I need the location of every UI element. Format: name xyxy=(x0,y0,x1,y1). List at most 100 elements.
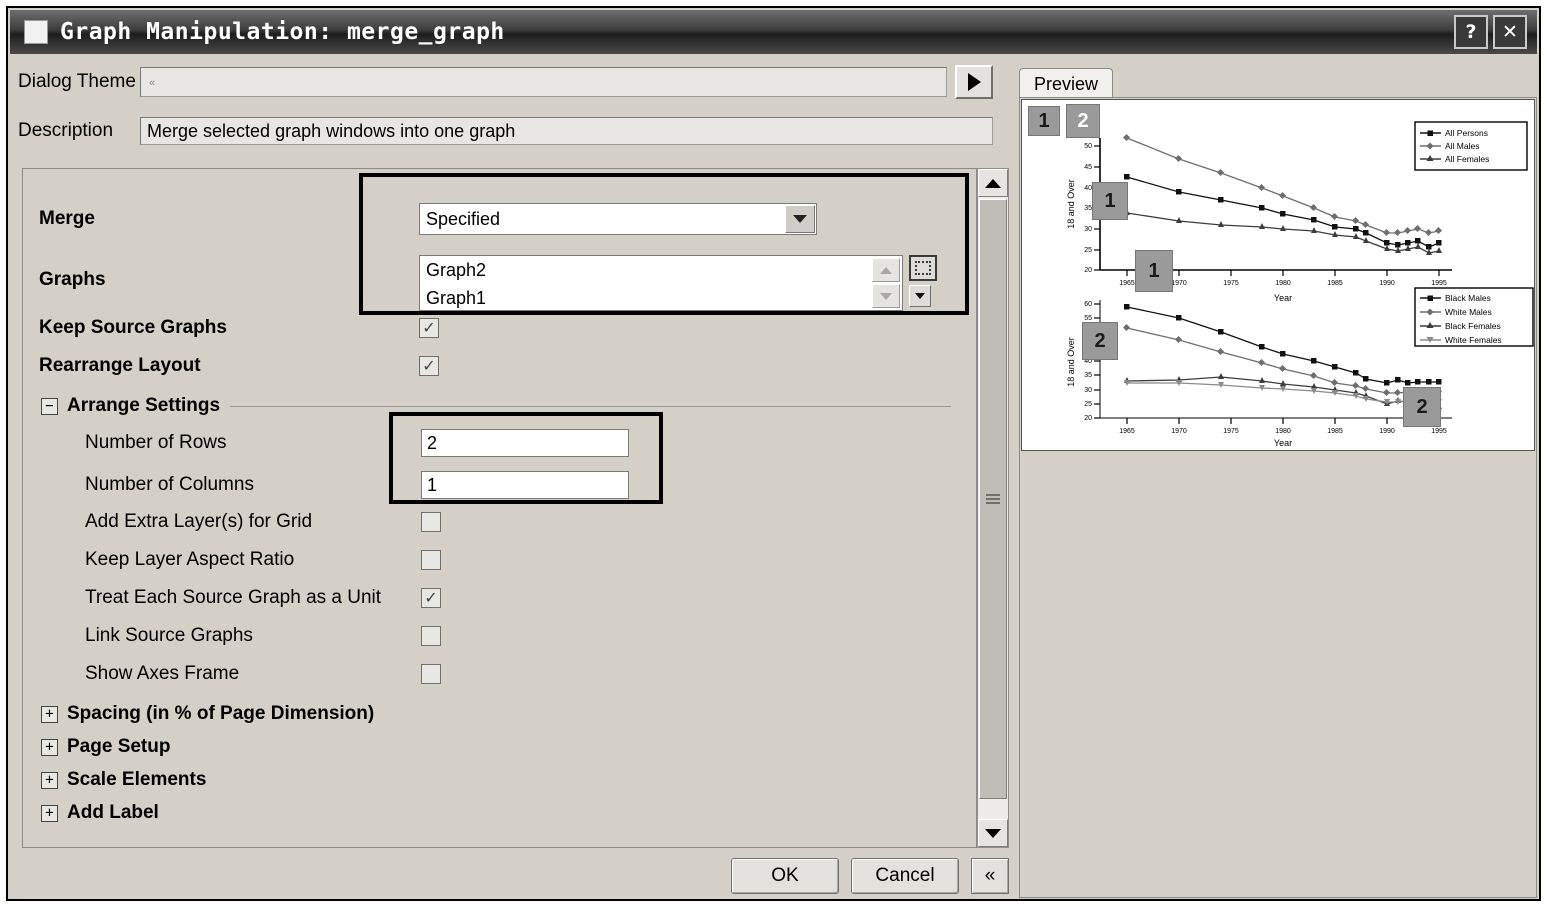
list-item[interactable]: Graph1 xyxy=(420,284,902,312)
show-axes-frame-checkbox[interactable] xyxy=(421,664,441,684)
number-of-columns-row: Number of Columns 1 xyxy=(85,471,629,499)
svg-text:1970: 1970 xyxy=(1171,428,1187,435)
svg-text:1970: 1970 xyxy=(1171,280,1187,287)
graphs-spinner xyxy=(872,258,900,308)
keep-source-graphs-checkbox[interactable]: ✓ xyxy=(419,318,439,338)
chart2-x-ticklabels: 1965 1970 1975 1980 1985 1990 1995 xyxy=(1119,428,1447,435)
number-of-columns-label: Number of Columns xyxy=(85,474,254,495)
scroll-down-button[interactable] xyxy=(978,819,1008,847)
svg-text:30: 30 xyxy=(1084,387,1092,394)
scale-elements-group-header[interactable]: + Scale Elements xyxy=(41,769,206,791)
svg-text:35: 35 xyxy=(1084,205,1092,212)
chart1-y-axis-label: 18 and Over xyxy=(1066,179,1076,229)
description-label: Description xyxy=(18,120,114,141)
arrange-settings-title: Arrange Settings xyxy=(67,395,221,416)
svg-text:55: 55 xyxy=(1084,315,1092,322)
layer-badge-2-axis[interactable]: 2 xyxy=(1403,387,1441,427)
spacing-group-title: Spacing (in % of Page Dimension) xyxy=(67,703,375,724)
merged-graph-preview: 50 45 40 35 30 25 20 1965 1970 1975 1980 1985… xyxy=(1066,121,1534,448)
keep-source-graphs-label: Keep Source Graphs xyxy=(39,317,227,338)
svg-text:25: 25 xyxy=(1084,247,1092,254)
chart2-series-black-males xyxy=(1126,306,1439,384)
treat-each-source-row: Treat Each Source Graph as a Unit ✓ xyxy=(85,587,441,609)
expand-expander-icon[interactable]: + xyxy=(41,705,58,723)
layer-badge-2-left[interactable]: 2 xyxy=(1082,322,1118,360)
number-of-columns-input[interactable]: 1 xyxy=(421,471,629,499)
help-button[interactable]: ? xyxy=(1454,15,1488,49)
grip-icon xyxy=(986,494,1000,504)
svg-text:1980: 1980 xyxy=(1275,280,1291,287)
number-of-rows-input[interactable]: 2 xyxy=(421,429,629,457)
add-label-group-title: Add Label xyxy=(67,802,159,823)
chart2-x-axis-label: Year xyxy=(1274,438,1292,448)
add-extra-layers-label: Add Extra Layer(s) for Grid xyxy=(85,511,313,532)
svg-text:1975: 1975 xyxy=(1223,428,1239,435)
graphs-menu-button[interactable] xyxy=(909,285,931,307)
app-icon xyxy=(24,20,48,44)
page-setup-group-title: Page Setup xyxy=(67,736,171,757)
merge-dropdown-button[interactable] xyxy=(785,205,815,233)
svg-text:Black Females: Black Females xyxy=(1445,321,1501,331)
scrollbar-thumb[interactable] xyxy=(979,199,1007,799)
chart1-markers-all-persons xyxy=(1124,174,1442,250)
close-button[interactable]: ✕ xyxy=(1493,15,1527,49)
add-extra-layers-checkbox[interactable] xyxy=(421,512,441,532)
svg-text:All Males: All Males xyxy=(1445,141,1479,151)
graphs-scroll-down-button[interactable] xyxy=(872,284,900,308)
list-item[interactable]: Graph2 xyxy=(420,256,902,284)
chart-layer-2 xyxy=(1094,300,1452,424)
graphs-scroll-up-button[interactable] xyxy=(872,258,900,282)
scrollbar-track[interactable] xyxy=(978,197,1008,819)
svg-text:35: 35 xyxy=(1084,372,1092,379)
scroll-up-button[interactable] xyxy=(978,169,1008,197)
merge-select[interactable]: Specified xyxy=(419,203,817,235)
rearrange-layout-row: Rearrange Layout ✓ xyxy=(39,355,439,377)
number-of-rows-row: Number of Rows 2 xyxy=(85,429,629,457)
add-label-group-header[interactable]: + Add Label xyxy=(41,802,159,824)
spacing-group-header[interactable]: + Spacing (in % of Page Dimension) xyxy=(41,703,374,725)
preview-panel: Preview 50 45 40 35 30 25 20 1965 1970 1… xyxy=(1019,68,1537,898)
keep-layer-aspect-ratio-checkbox[interactable] xyxy=(421,550,441,570)
chevron-down-icon xyxy=(880,292,892,300)
tab-preview[interactable]: Preview xyxy=(1019,68,1113,99)
expand-expander-icon[interactable]: + xyxy=(41,738,58,756)
svg-text:60: 60 xyxy=(1084,301,1092,308)
svg-text:1965: 1965 xyxy=(1119,280,1135,287)
page-setup-group-header[interactable]: + Page Setup xyxy=(41,736,170,758)
svg-text:White Males: White Males xyxy=(1445,307,1492,317)
arrange-settings-group-header[interactable]: − Arrange Settings xyxy=(41,395,951,417)
chart1-x-axis-label: Year xyxy=(1274,293,1292,303)
dialog-theme-apply-button[interactable] xyxy=(955,65,993,99)
treat-each-source-checkbox[interactable]: ✓ xyxy=(421,588,441,608)
graphs-listbox[interactable]: Graph2 Graph1 xyxy=(419,255,903,311)
svg-text:20: 20 xyxy=(1084,267,1092,274)
svg-text:1995: 1995 xyxy=(1431,280,1447,287)
add-extra-layers-row: Add Extra Layer(s) for Grid xyxy=(85,511,441,533)
cancel-button[interactable]: Cancel xyxy=(851,858,959,894)
ok-button[interactable]: OK xyxy=(731,858,839,894)
layer-badge-1-top[interactable]: 1 xyxy=(1028,106,1060,136)
graphs-pick-button[interactable] xyxy=(909,255,937,281)
collapse-expander-icon[interactable]: − xyxy=(41,397,58,415)
expand-expander-icon[interactable]: + xyxy=(41,771,58,789)
expand-expander-icon[interactable]: + xyxy=(41,804,58,822)
svg-text:1975: 1975 xyxy=(1223,280,1239,287)
title-bar-buttons: ? ✕ xyxy=(1454,15,1527,49)
dialog-theme-input[interactable]: « xyxy=(140,67,947,97)
svg-text:All Females: All Females xyxy=(1445,154,1489,164)
layer-badge-1-left[interactable]: 1 xyxy=(1092,182,1128,220)
link-source-graphs-checkbox[interactable] xyxy=(421,626,441,646)
collapse-panel-button[interactable]: « xyxy=(971,858,1009,894)
layer-badge-1-axis[interactable]: 1 xyxy=(1135,250,1173,292)
rearrange-layout-checkbox[interactable]: ✓ xyxy=(419,356,439,376)
chevron-down-icon xyxy=(985,828,1001,838)
svg-text:1985: 1985 xyxy=(1327,280,1343,287)
link-source-graphs-label: Link Source Graphs xyxy=(85,625,253,646)
layer-badge-2-top[interactable]: 2 xyxy=(1066,104,1100,138)
settings-scrollbar[interactable] xyxy=(977,168,1009,848)
svg-text:1995: 1995 xyxy=(1431,428,1447,435)
preview-canvas[interactable]: 50 45 40 35 30 25 20 1965 1970 1975 1980 1985… xyxy=(1021,99,1535,451)
svg-text:White Females: White Females xyxy=(1445,335,1502,345)
description-input[interactable]: Merge selected graph windows into one gr… xyxy=(140,117,993,145)
description-row: Description Merge selected graph windows… xyxy=(18,114,993,148)
